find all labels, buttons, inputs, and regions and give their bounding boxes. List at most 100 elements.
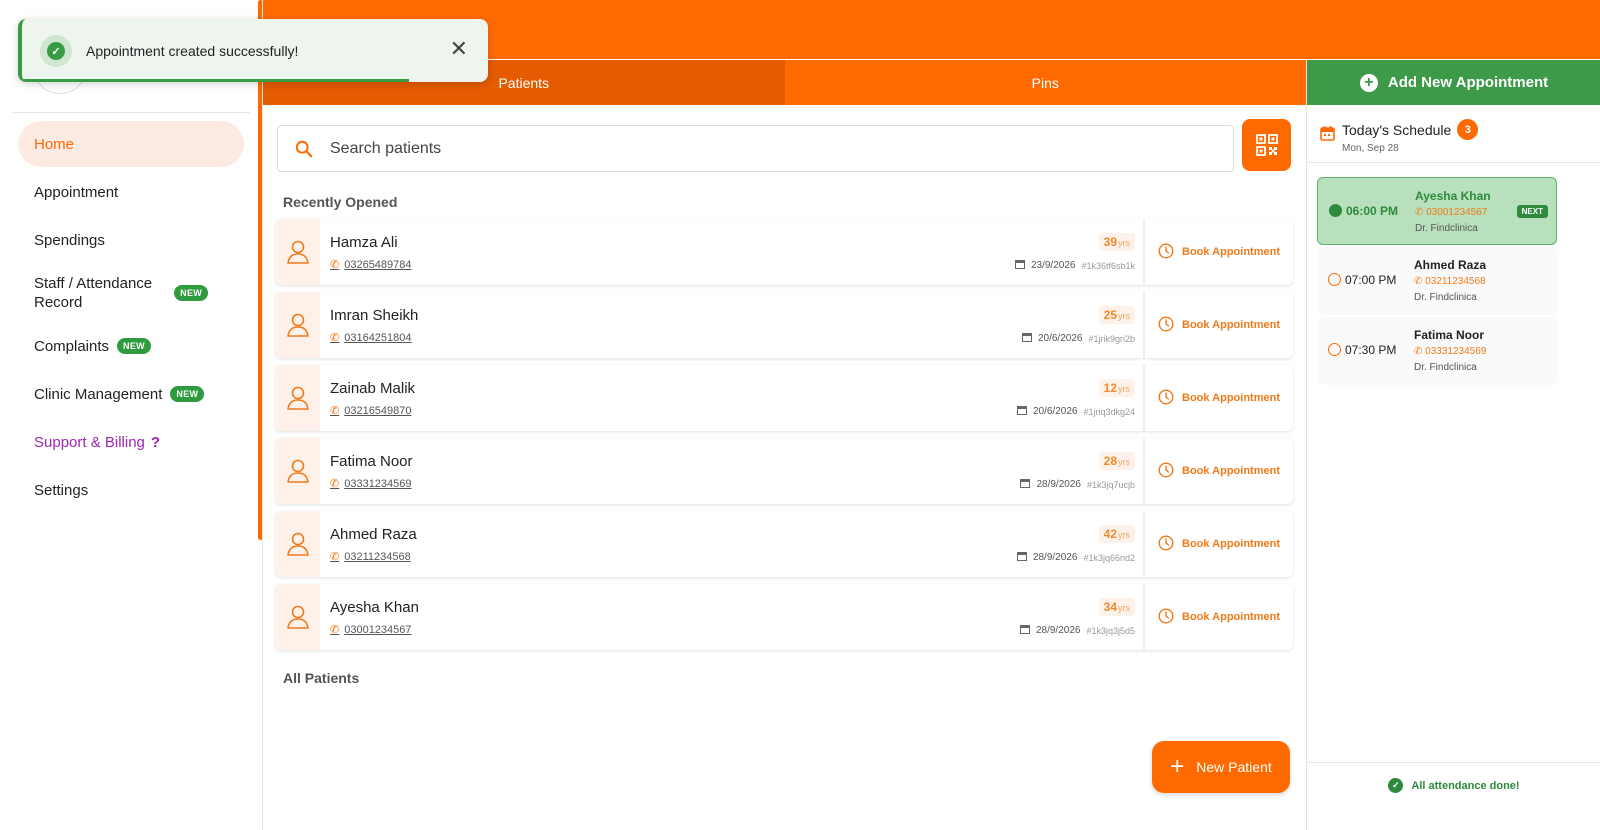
book-appointment-label: Book Appointment xyxy=(1182,392,1280,404)
new-patient-button[interactable]: + New Patient xyxy=(1152,741,1290,793)
add-appointment-label: Add New Appointment xyxy=(1387,74,1549,91)
schedule-count-badge: 3 xyxy=(1457,119,1479,140)
patient-phone-link[interactable]: ✆ 03265489784 xyxy=(330,258,412,272)
sidebar-item-complaints[interactable]: Complaints NEW xyxy=(18,323,244,369)
calendar-icon xyxy=(1014,259,1025,272)
close-icon[interactable]: ✕ xyxy=(450,37,468,61)
patient-meta: 20/6/2026 #1jrik9gri2b xyxy=(1021,332,1135,345)
appointment-time: 07:30 PM xyxy=(1345,343,1397,357)
main-content: Recently Opened Hamza Ali✆0326548978439y… xyxy=(263,105,1306,830)
patient-row[interactable]: Zainab Malik ✆ 03216549870 12yrs 20/6/2026 #1… xyxy=(275,365,1293,431)
patient-info: Imran Sheikh ✆ 03164251804 25yrs 20/6/2026 #1… xyxy=(320,292,1143,358)
section-title-recent: Recently Opened xyxy=(283,194,398,210)
appointment-time: 07:00 PM xyxy=(1345,273,1397,287)
calendar-icon xyxy=(1020,478,1031,491)
sidebar-item-home[interactable]: Home xyxy=(18,121,244,167)
patient-id: #1k3jq66nd2 xyxy=(1083,552,1135,563)
next-badge: NEXT xyxy=(1516,205,1548,218)
appointment-doctor: Dr. Findclinica xyxy=(1414,292,1477,303)
age-badge: 39yrs xyxy=(1098,233,1135,251)
book-appointment-button[interactable]: Book Appointment xyxy=(1143,292,1293,358)
appointment-card[interactable]: 07:00 PM Ahmed Raza ✆ 03211234568 Dr. Findc… xyxy=(1317,247,1557,315)
patient-name: Fatima Noor xyxy=(330,453,413,470)
patient-row[interactable]: Imran Sheikh ✆ 03164251804 25yrs 20/6/2026 #1… xyxy=(275,292,1293,358)
sidebar-nav: Home Appointment Spendings Staff / Atten… xyxy=(18,121,244,515)
book-appointment-button[interactable]: Book Appointment xyxy=(1143,438,1293,504)
toast-message: Appointment created successfully! xyxy=(86,43,299,59)
sidebar-item-label-line1: Staff / Attendance xyxy=(34,275,153,292)
tab-pins[interactable]: Pins xyxy=(784,60,1306,105)
appointment-card[interactable]: 07:30 PM Fatima Noor ✆ 03331234569 Dr. Find… xyxy=(1317,317,1557,385)
patient-info: Ayesha Khan ✆ 03001234567 34yrs 28/9/2026 #1k… xyxy=(320,584,1143,650)
patient-meta: 28/9/2026 #1k3jq3j5d5 xyxy=(1019,624,1135,637)
search-bar xyxy=(277,125,1234,172)
age-unit: yrs xyxy=(1118,457,1130,467)
schedule-panel: + Add New Appointment Today's Schedule 3… xyxy=(1306,60,1600,830)
patient-row[interactable]: Fatima Noor ✆ 03331234569 28yrs 28/9/2026 #1k… xyxy=(275,438,1293,504)
book-appointment-button[interactable]: Book Appointment xyxy=(1143,219,1293,285)
book-appointment-button[interactable]: Book Appointment xyxy=(1143,584,1293,650)
book-appointment-label: Book Appointment xyxy=(1182,246,1280,258)
patient-meta: 23/9/2026 #1k36tf6sb1k xyxy=(1014,259,1135,272)
schedule-title: Today's Schedule 3 xyxy=(1342,119,1479,140)
sidebar-item-clinic-management[interactable]: Clinic Management NEW xyxy=(18,371,244,417)
patient-phone-link[interactable]: ✆ 03164251804 xyxy=(330,331,412,345)
add-new-appointment-button[interactable]: + Add New Appointment xyxy=(1307,60,1600,105)
status-dot-icon xyxy=(1328,343,1341,356)
patient-phone-link[interactable]: ✆ 03211234568 xyxy=(330,550,411,564)
patient-date: 20/6/2026 xyxy=(1037,333,1083,344)
sidebar-item-label: Support & Billing xyxy=(34,433,145,451)
plus-icon: + xyxy=(1170,753,1185,780)
qr-scan-button[interactable] xyxy=(1242,119,1291,171)
patient-row[interactable]: Hamza Ali ✆ 03265489784 39yrs 23/9/2026 #1k36… xyxy=(275,219,1293,285)
recent-patient-list: Hamza Ali ✆ 03265489784 39yrs 23/9/2026 #1k36… xyxy=(275,219,1293,657)
patient-phone-link[interactable]: ✆ 03001234567 xyxy=(330,623,412,637)
patient-age: 39 xyxy=(1103,235,1117,249)
patient-date: 28/9/2026 xyxy=(1032,552,1078,563)
patient-info: Fatima Noor ✆ 03331234569 28yrs 28/9/2026 #1k… xyxy=(320,438,1143,504)
sidebar-item-spendings[interactable]: Spendings xyxy=(18,217,244,263)
calendar-icon xyxy=(1320,126,1335,141)
sidebar-item-staff-attendance[interactable]: Staff / Attendance Record NEW xyxy=(18,265,244,321)
patient-phone: 03164251804 xyxy=(344,331,412,344)
sidebar-item-label: Settings xyxy=(34,481,89,499)
search-icon xyxy=(278,140,330,158)
clock-icon xyxy=(1158,607,1174,627)
appointment-card[interactable]: 06:00 PM Ayesha Khan ✆ 03001234567 Dr. Find… xyxy=(1317,177,1557,245)
patient-phone-link[interactable]: ✆ 03331234569 xyxy=(330,477,412,491)
patient-row[interactable]: Ayesha Khan ✆ 03001234567 34yrs 28/9/2026 #1k… xyxy=(275,584,1293,650)
sidebar-item-label: Spendings xyxy=(34,231,105,249)
clock-icon xyxy=(1158,315,1174,335)
appointment-phone-number: 03001234567 xyxy=(1426,207,1488,218)
calendar-icon xyxy=(1016,551,1027,564)
patient-phone-link[interactable]: ✆ 03216549870 xyxy=(330,404,412,418)
book-appointment-button[interactable]: Book Appointment xyxy=(1143,365,1293,431)
appointment-phone: ✆ 03001234567 xyxy=(1415,207,1488,218)
patient-id: #1jriq3dkg24 xyxy=(1083,406,1135,417)
status-dot-icon xyxy=(1328,273,1341,286)
search-input[interactable] xyxy=(330,139,1210,158)
help-icon: ? xyxy=(150,433,161,451)
patient-row[interactable]: Ahmed Raza ✆ 03211234568 42yrs 28/9/2026 #1k3… xyxy=(275,511,1293,577)
phone-icon: ✆ xyxy=(330,624,340,636)
patient-name: Ayesha Khan xyxy=(330,599,419,616)
patient-info: Ahmed Raza ✆ 03211234568 42yrs 28/9/2026 #1k3… xyxy=(320,511,1143,577)
patient-id: #1jrik9gri2b xyxy=(1088,333,1135,344)
phone-icon: ✆ xyxy=(330,332,340,344)
plus-circle-icon: + xyxy=(1359,73,1378,92)
patient-phone: 03001234567 xyxy=(344,623,412,636)
patient-id: #1k3jq3j5d5 xyxy=(1086,625,1135,636)
schedule-header: Today's Schedule 3 Mon, Sep 28 xyxy=(1307,105,1600,163)
patient-id: #1k36tf6sb1k xyxy=(1081,260,1135,271)
sidebar-item-settings[interactable]: Settings xyxy=(18,467,244,513)
person-icon xyxy=(275,219,320,285)
appointment-doctor: Dr. Findclinica xyxy=(1414,362,1477,373)
age-badge: 12yrs xyxy=(1098,379,1135,397)
patient-id: #1k3jq7ucjb xyxy=(1086,479,1135,490)
attendance-status: ✓ All attendance done! xyxy=(1307,762,1600,808)
clock-icon xyxy=(1158,388,1174,408)
sidebar-item-support-billing[interactable]: Support & Billing ? xyxy=(18,419,244,465)
patient-phone: 03216549870 xyxy=(344,404,412,417)
book-appointment-button[interactable]: Book Appointment xyxy=(1143,511,1293,577)
sidebar-item-appointment[interactable]: Appointment xyxy=(18,169,244,215)
